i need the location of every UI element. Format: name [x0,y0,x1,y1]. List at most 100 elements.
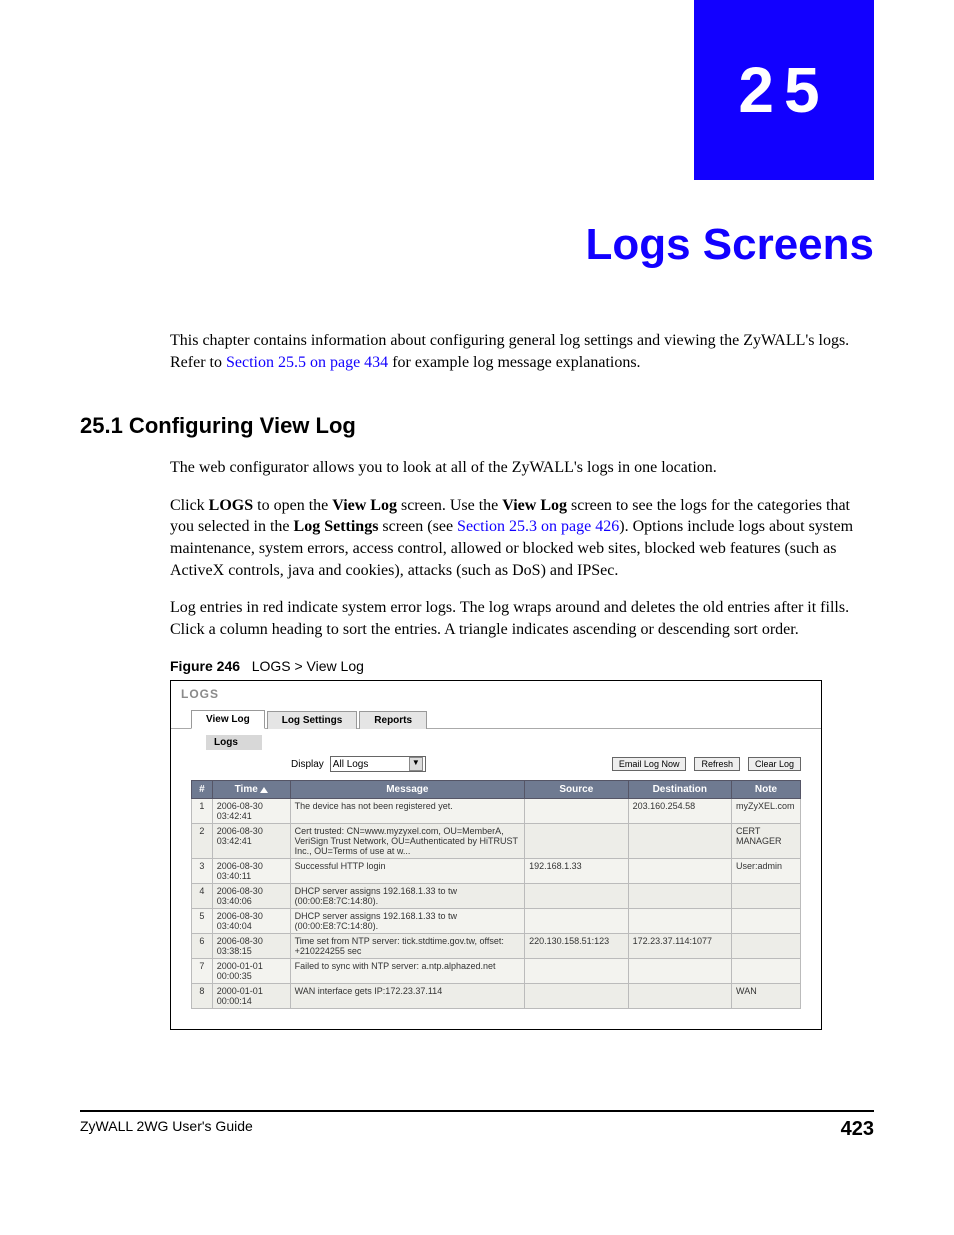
cell-time: 2006-08-30 03:42:41 [212,799,290,824]
cell-n: 3 [192,859,213,884]
log-table: # Time Message Source Destination Note 1… [191,780,801,1009]
cell-note [732,934,801,959]
cell-n: 5 [192,909,213,934]
cell-dst: 203.160.254.58 [628,799,731,824]
cell-src [525,909,629,934]
p2-txt: to open the [253,497,332,514]
tab-log-settings[interactable]: Log Settings [267,711,358,729]
cell-n: 7 [192,959,213,984]
cell-n: 4 [192,884,213,909]
cell-msg: DHCP server assigns 192.168.1.33 to tw (… [290,909,524,934]
chapter-number-block: 25 [694,0,874,180]
p2-txt: Click [170,497,209,514]
sort-ascending-icon [260,787,268,793]
table-row: 62006-08-30 03:38:15Time set from NTP se… [192,934,801,959]
tab-view-log[interactable]: View Log [191,710,265,729]
cell-dst [628,909,731,934]
display-dropdown[interactable]: All Logs ▼ [330,756,426,772]
col-header-message[interactable]: Message [290,781,524,799]
chapter-number: 25 [738,53,829,127]
table-row: 12006-08-30 03:42:41The device has not b… [192,799,801,824]
cell-time: 2006-08-30 03:40:06 [212,884,290,909]
screenshot-figure: LOGS View Log Log Settings Reports Logs … [170,680,822,1030]
footer-guide-name: ZyWALL 2WG User's Guide [80,1118,253,1141]
cell-msg: DHCP server assigns 192.168.1.33 to tw (… [290,884,524,909]
logs-window-title: LOGS [171,681,821,703]
col-header-note[interactable]: Note [732,781,801,799]
cell-dst [628,824,731,859]
clear-log-button[interactable]: Clear Log [748,757,801,771]
cell-src [525,824,629,859]
p2-link[interactable]: Section 25.3 on page 426 [457,518,619,535]
page-footer: ZyWALL 2WG User's Guide 423 [80,1110,874,1141]
table-row: 72000-01-01 00:00:35Failed to sync with … [192,959,801,984]
cell-time: 2006-08-30 03:38:15 [212,934,290,959]
cell-msg: Failed to sync with NTP server: a.ntp.al… [290,959,524,984]
cell-time: 2000-01-01 00:00:35 [212,959,290,984]
cell-src: 192.168.1.33 [525,859,629,884]
col-header-source[interactable]: Source [525,781,629,799]
section-p3: Log entries in red indicate system error… [170,597,874,640]
display-label: Display [291,759,324,770]
cell-n: 1 [192,799,213,824]
cell-dst [628,859,731,884]
cell-src [525,799,629,824]
cell-msg: Time set from NTP server: tick.stdtime.g… [290,934,524,959]
cell-n: 8 [192,984,213,1009]
p2-bold-viewlog2: View Log [502,497,567,514]
table-row: 42006-08-30 03:40:06DHCP server assigns … [192,884,801,909]
figure-caption-text: LOGS > View Log [252,658,364,674]
p2-bold-logsettings: Log Settings [294,518,379,535]
cell-dst [628,959,731,984]
intro-link[interactable]: Section 25.5 on page 434 [226,354,388,371]
p2-bold-logs: LOGS [209,497,253,514]
cell-msg: WAN interface gets IP:172.23.37.114 [290,984,524,1009]
cell-dst: 172.23.37.114:1077 [628,934,731,959]
col-header-destination[interactable]: Destination [628,781,731,799]
controls-row: Display All Logs ▼ Email Log Now Refresh… [171,756,821,780]
cell-src [525,884,629,909]
cell-time: 2006-08-30 03:40:04 [212,909,290,934]
tab-reports[interactable]: Reports [359,711,427,729]
cell-src: 220.130.158.51:123 [525,934,629,959]
intro-paragraph: This chapter contains information about … [170,330,874,373]
cell-src [525,984,629,1009]
cell-dst [628,984,731,1009]
intro-text-2: for example log message explanations. [388,354,640,371]
table-row: 82000-01-01 00:00:14WAN interface gets I… [192,984,801,1009]
cell-n: 2 [192,824,213,859]
cell-note: WAN [732,984,801,1009]
cell-note [732,909,801,934]
figure-caption: Figure 246 LOGS > View Log [170,658,874,674]
section-p1: The web configurator allows you to look … [170,457,874,479]
table-row: 52006-08-30 03:40:04DHCP server assigns … [192,909,801,934]
figure-label: Figure 246 [170,658,240,674]
logs-subheader: Logs [206,735,262,750]
email-log-now-button[interactable]: Email Log Now [612,757,687,771]
p2-txt: screen. Use the [397,497,502,514]
display-value: All Logs [333,759,369,770]
cell-note: myZyXEL.com [732,799,801,824]
cell-note [732,884,801,909]
tabs-row: View Log Log Settings Reports [171,709,821,729]
cell-msg: The device has not been registered yet. [290,799,524,824]
cell-dst [628,884,731,909]
p2-txt: screen (see [378,518,457,535]
col-header-time[interactable]: Time [212,781,290,799]
cell-time: 2006-08-30 03:40:11 [212,859,290,884]
cell-time: 2006-08-30 03:42:41 [212,824,290,859]
cell-time: 2000-01-01 00:00:14 [212,984,290,1009]
p2-bold-viewlog1: View Log [332,497,397,514]
cell-note: CERT MANAGER [732,824,801,859]
cell-msg: Cert trusted: CN=www.myzyxel.com, OU=Mem… [290,824,524,859]
section-p2: Click LOGS to open the View Log screen. … [170,495,874,581]
footer-page-number: 423 [841,1118,874,1141]
section-heading: 25.1 Configuring View Log [80,413,874,439]
table-row: 22006-08-30 03:42:41Cert trusted: CN=www… [192,824,801,859]
col-header-num[interactable]: # [192,781,213,799]
cell-src [525,959,629,984]
refresh-button[interactable]: Refresh [694,757,740,771]
col-header-time-text: Time [235,784,258,795]
cell-msg: Successful HTTP login [290,859,524,884]
table-row: 32006-08-30 03:40:11Successful HTTP logi… [192,859,801,884]
